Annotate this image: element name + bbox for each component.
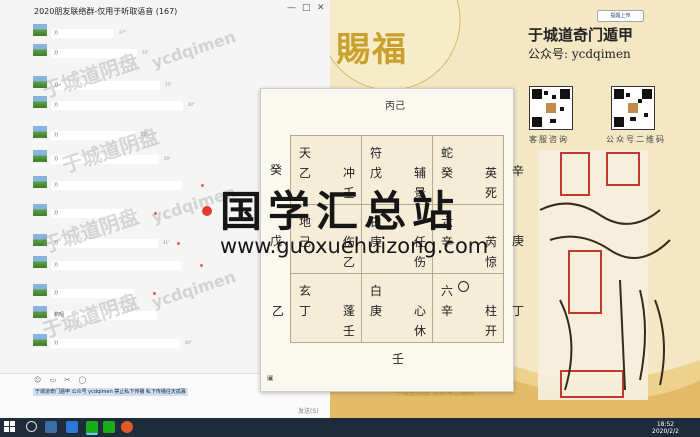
- side-label-right-top: 辛: [512, 164, 525, 178]
- voice-duration: 40": [185, 340, 192, 345]
- qr-code-account: [611, 86, 655, 130]
- unread-dot: [201, 184, 204, 187]
- grid-glyph: 开: [485, 324, 498, 338]
- grid-cell: 白庚 心休: [361, 273, 433, 343]
- grid-glyph: 白: [370, 284, 383, 298]
- grid-cell: 玄丁 蓬壬: [290, 273, 362, 343]
- voice-bubble[interactable]: )): [51, 101, 183, 110]
- voice-bubble[interactable]: )): [51, 339, 180, 348]
- unread-dot: [177, 242, 180, 245]
- grid-glyph: 庚: [370, 304, 383, 318]
- voice-bubble[interactable]: )): [51, 261, 181, 270]
- avatar[interactable]: [33, 256, 47, 268]
- chat-message[interactable]: )) 27": [33, 24, 213, 40]
- qr-label-consult: 客服咨询: [529, 135, 569, 144]
- emoji-icon[interactable]: ☺: [34, 376, 44, 384]
- grid-glyph: 壬: [343, 324, 356, 338]
- chat-input-text[interactable]: 于城道奇门遁甲 公众号 ycdqimen 禁止私下传播 私下传播往天孤寡: [33, 388, 188, 396]
- side-label-bottom: 壬: [392, 352, 405, 366]
- image-icon[interactable]: ▣: [267, 374, 274, 382]
- side-label-left-top: 癸: [270, 163, 283, 177]
- minimize-button[interactable]: —: [287, 3, 296, 13]
- brand-name: 于城道奇门遁甲: [528, 26, 634, 44]
- grid-glyph: 柱: [485, 304, 498, 318]
- qr-label-account: 公众号二维码: [606, 135, 666, 144]
- voice-bubble[interactable]: )): [51, 181, 182, 190]
- voice-duration: 55": [142, 50, 149, 55]
- avatar[interactable]: [33, 44, 47, 56]
- brand-account: 公众号: ycdqimen: [528, 47, 631, 61]
- grid-window-title: 丙己: [385, 101, 405, 112]
- qr-pattern-icon: [532, 89, 570, 127]
- qr-code-consult: [529, 86, 573, 130]
- avatar[interactable]: [33, 126, 47, 138]
- grid-glyph: 休: [414, 324, 427, 338]
- chat-message[interactable]: )): [33, 256, 213, 272]
- grid-glyph: 辛: [441, 304, 454, 318]
- wechat-icon[interactable]: [86, 421, 98, 435]
- close-button[interactable]: ✕: [317, 3, 325, 13]
- grid-glyph: 符: [370, 146, 383, 160]
- folder-icon[interactable]: ▭: [50, 376, 60, 384]
- voice-duration: 29": [164, 156, 171, 161]
- avatar[interactable]: [33, 24, 47, 36]
- taskbar-clock: 18:52 2020/2/2: [652, 421, 679, 435]
- grid-glyph: 玄: [299, 284, 312, 298]
- send-button[interactable]: 发送(S): [298, 406, 319, 415]
- unread-dot: [200, 264, 203, 267]
- grid-glyph: 蓬: [343, 304, 356, 318]
- grid-glyph: 英: [485, 166, 498, 180]
- chat-message[interactable]: )): [33, 176, 213, 192]
- grid-glyph: 蛇: [441, 146, 454, 160]
- wechat-secondary-icon[interactable]: [103, 421, 115, 433]
- poster-big-title: 賜福: [336, 30, 408, 70]
- chat-title: 2020朋友联络群-仅用于听取语音 (167): [34, 7, 178, 16]
- chat-toolbar: ☺ ▭ ✂ ◯: [34, 376, 89, 384]
- windows-start-icon[interactable]: [4, 421, 16, 433]
- taskview-icon[interactable]: [45, 421, 57, 433]
- red-seal-stamp: [606, 152, 640, 186]
- voice-duration: 27": [119, 30, 126, 35]
- chat-icon[interactable]: ◯: [79, 376, 90, 384]
- avatar[interactable]: [33, 284, 47, 296]
- avatar[interactable]: [33, 150, 47, 162]
- mouse-cursor-icon: [202, 206, 212, 216]
- voice-duration: 15": [165, 82, 172, 87]
- grid-glyph: 心: [414, 304, 427, 318]
- overlay-title: 国学汇总站: [220, 187, 461, 236]
- maximize-button[interactable]: □: [302, 3, 311, 13]
- clock-date: 2020/2/2: [652, 428, 679, 435]
- calligraphy-handwriting: [539, 202, 671, 391]
- clock-time: 18:52: [656, 421, 675, 428]
- circle-marker-icon: [458, 281, 469, 292]
- qr-pattern-icon: [614, 89, 652, 127]
- overlay-url: www.guoxuehuizong.com: [220, 234, 489, 258]
- voice-duration: 41": [163, 240, 170, 245]
- browser-icon[interactable]: [66, 421, 78, 433]
- upload-button[interactable]: 提醒上传: [597, 10, 644, 22]
- side-label-right-mid: 庚: [512, 234, 525, 248]
- avatar[interactable]: [33, 176, 47, 188]
- grid-glyph: 死: [485, 186, 498, 200]
- side-label-left-bot: 乙: [272, 304, 285, 318]
- search-icon[interactable]: [26, 421, 37, 432]
- scissors-icon[interactable]: ✂: [64, 376, 73, 384]
- grid-glyph: 丁: [299, 304, 312, 318]
- app-icon[interactable]: [121, 421, 133, 433]
- voice-duration: 40": [188, 102, 195, 107]
- side-label-right-bot: 丁: [512, 304, 525, 318]
- grid-glyph: 六: [441, 284, 454, 298]
- avatar[interactable]: [33, 204, 47, 216]
- grid-glyph: 天: [299, 146, 312, 160]
- voice-bubble[interactable]: )): [51, 29, 114, 38]
